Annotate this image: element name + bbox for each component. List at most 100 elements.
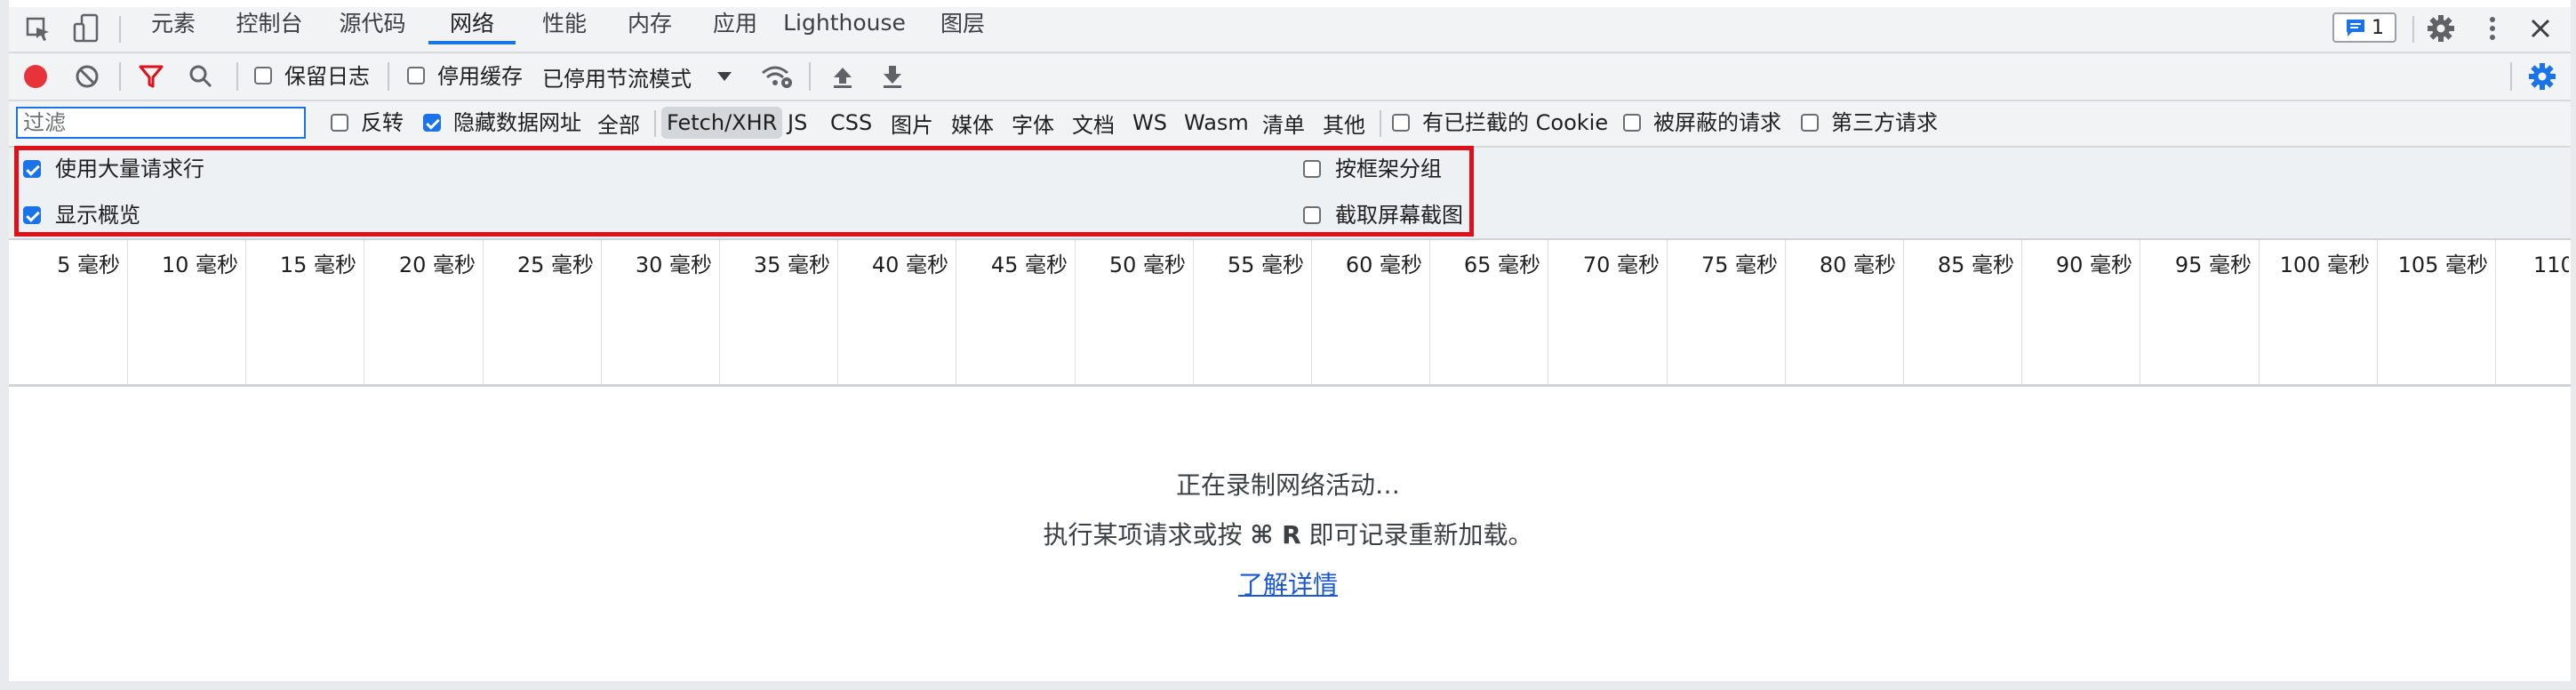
timeline-tick-label: 75 毫秒 (1700, 253, 1778, 277)
learn-more-link[interactable]: 了解详情 (1238, 570, 1338, 599)
blocked-cookies-label: 有已拦截的 Cookie (1422, 110, 1609, 135)
device-toolbar-icon[interactable] (71, 12, 101, 44)
timeline-gridline (1193, 240, 1194, 384)
timeline-tick-label: 25 毫秒 (516, 253, 594, 277)
network-settings-gear-icon[interactable] (2526, 60, 2558, 92)
toolbar-separator (119, 62, 121, 91)
type-filter-wasm[interactable]: Wasm (1179, 107, 1254, 139)
timeline-tick-label: 15 毫秒 (279, 253, 356, 277)
reload-hint: 执行某项请求或按 ⌘ R 即可记录重新加载。 (0, 516, 2576, 551)
timeline-tick-label: 65 毫秒 (1463, 253, 1540, 277)
timeline-gridline (483, 240, 484, 384)
issues-badge[interactable]: 1 (2332, 12, 2396, 43)
type-filter-label: 清单 (1262, 112, 1305, 138)
toolbar-separator (236, 62, 238, 91)
type-filter-ws[interactable]: WS (1127, 107, 1172, 139)
timeline-tick-label: 95 毫秒 (2174, 253, 2252, 277)
timeline-tick-label: 85 毫秒 (1937, 253, 2014, 277)
timeline-tick-label: 20 毫秒 (398, 253, 476, 277)
type-filter-manifest[interactable]: 清单 (1257, 107, 1310, 139)
timeline-tick-label: 90 毫秒 (2055, 253, 2132, 277)
timeline-gridline (127, 240, 128, 384)
hide-data-urls-label: 隐藏数据网址 (453, 110, 581, 135)
tab-lighthouse[interactable]: Lighthouse (782, 0, 907, 44)
type-filter-label: 文档 (1072, 112, 1115, 138)
type-filter-label: CSS (830, 110, 873, 135)
settings-gear-icon[interactable] (2425, 12, 2457, 44)
network-toolbar (9, 53, 2571, 101)
tab-layers[interactable]: 图层 (924, 0, 1001, 44)
tab-label: 源代码 (339, 11, 406, 36)
timeline-gridline (2495, 240, 2496, 384)
type-filter-label: JS (788, 110, 808, 135)
tab-network[interactable]: 网络 (428, 0, 516, 44)
third-party-checkbox[interactable] (1801, 114, 1819, 132)
more-options-icon[interactable] (2476, 12, 2508, 44)
timeline-gridline (1667, 240, 1668, 384)
blocked-requests-checkbox[interactable] (1623, 114, 1641, 132)
disable-cache-checkbox[interactable] (407, 67, 425, 84)
disable-cache-label: 停用缓存 (437, 64, 523, 89)
timeline-tick-label: 70 毫秒 (1582, 253, 1660, 277)
filter-input[interactable] (16, 107, 306, 139)
tab-application[interactable]: 应用 (697, 0, 773, 44)
issues-count: 1 (2372, 16, 2384, 39)
reload-hint-prefix: 执行某项请求或按 (1043, 520, 1251, 550)
tab-elements[interactable]: 元素 (135, 0, 212, 44)
invert-checkbox[interactable] (331, 114, 348, 132)
type-filter-js[interactable]: JS (782, 107, 812, 139)
record-icon[interactable] (21, 62, 50, 91)
tab-console[interactable]: 控制台 (224, 0, 315, 44)
blocked-requests-label: 被屏蔽的请求 (1653, 110, 1781, 135)
import-har-icon[interactable] (828, 62, 857, 91)
timeline-tick-label: 60 毫秒 (1345, 253, 1422, 277)
type-filter-css[interactable]: CSS (825, 107, 877, 139)
timeline-gridline (601, 240, 602, 384)
type-filter-media[interactable]: 媒体 (946, 107, 999, 139)
tab-label: 性能 (541, 11, 587, 36)
tab-label: Lighthouse (783, 9, 906, 36)
network-conditions-icon[interactable] (759, 60, 795, 92)
timeline-tick-label: 30 毫秒 (635, 253, 712, 277)
timeline-gridline (1311, 240, 1312, 384)
highlight-annotation-box (14, 146, 1474, 237)
timeline-gridline (1903, 240, 1904, 384)
close-icon[interactable] (2524, 12, 2556, 44)
inspect-element-icon[interactable] (23, 14, 53, 44)
invert-label: 反转 (361, 110, 404, 135)
timeline-gridline (2021, 240, 2022, 384)
filter-icon[interactable] (137, 62, 165, 91)
timeline-gridline (837, 240, 838, 384)
reload-shortcut: ⌘ R (1250, 520, 1301, 550)
type-filter-all[interactable]: 全部 (592, 107, 645, 139)
throttling-value: 已停用节流模式 (542, 66, 692, 92)
tabbar-separator-right (2412, 16, 2414, 43)
tab-memory[interactable]: 内存 (612, 0, 688, 44)
type-filter-label: 全部 (597, 112, 640, 138)
third-party-label: 第三方请求 (1831, 110, 1938, 135)
timeline-gridline (719, 240, 720, 384)
timeline-gridline (1075, 240, 1076, 384)
timeline-tick-label: 50 毫秒 (1108, 253, 1186, 277)
type-filter-font[interactable]: 字体 (1006, 107, 1060, 139)
active-tab-indicator (428, 41, 516, 44)
type-filter-doc[interactable]: 文档 (1067, 107, 1120, 139)
throttling-select[interactable]: 已停用节流模式 (542, 62, 732, 92)
tab-label: 应用 (712, 11, 757, 36)
search-icon[interactable] (187, 62, 215, 91)
timeline-tick-label: 105 毫秒 (2397, 253, 2488, 277)
tab-sources[interactable]: 源代码 (327, 0, 418, 44)
type-filter-label: 其他 (1323, 112, 1365, 138)
type-filter-label: Wasm (1184, 110, 1249, 135)
type-filter-img[interactable]: 图片 (885, 107, 939, 139)
export-har-icon[interactable] (878, 62, 907, 91)
type-filter-label: WS (1132, 110, 1167, 135)
tab-performance[interactable]: 性能 (526, 0, 603, 44)
type-filter-other[interactable]: 其他 (1317, 107, 1371, 139)
type-filter-fetch-xhr[interactable]: Fetch/XHR (661, 107, 783, 139)
hide-data-urls-checkbox[interactable] (423, 114, 441, 132)
blocked-cookies-checkbox[interactable] (1392, 114, 1410, 132)
timeline-tick-label: 80 毫秒 (1819, 253, 1896, 277)
clear-icon[interactable] (73, 62, 101, 91)
preserve-log-checkbox[interactable] (254, 67, 272, 84)
